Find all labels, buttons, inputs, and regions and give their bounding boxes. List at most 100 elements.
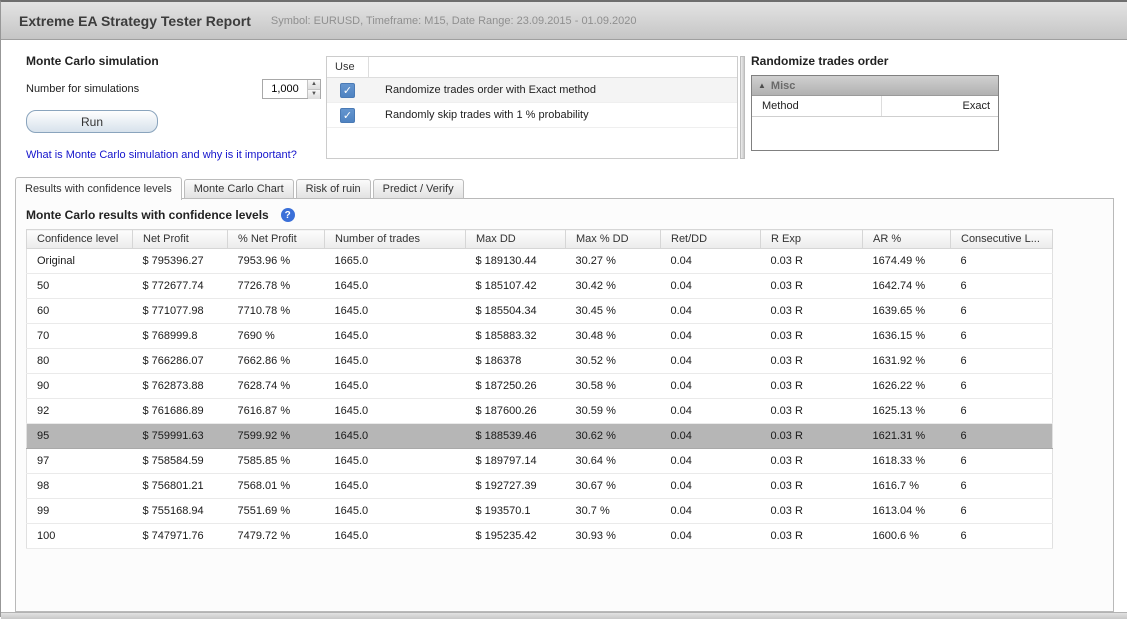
table-row-95[interactable]: 95 $ 759991.63 7599.92 % 1645.0 $ 188539.46 3… [26,423,1053,449]
column-header-net-profit[interactable]: Net Profit [132,229,228,249]
table-row-98[interactable]: 98 $ 756801.21 7568.01 % 1645.0 $ 192727.39 3… [26,473,1053,499]
option-label: Randomly skip trades with 1 % probabilit… [385,109,589,121]
results-title: Monte Carlo results with confidence leve… [26,208,269,222]
column-header-ar[interactable]: AR % [862,229,951,249]
table-row-90[interactable]: 90 $ 762873.88 7628.74 % 1645.0 $ 187250.26 3… [26,373,1053,399]
results-title-row: Monte Carlo results with confidence leve… [16,199,1113,229]
table-cell: 0.03 R [760,398,863,424]
column-header-ret-dd[interactable]: Ret/DD [660,229,761,249]
table-cell: 30.67 % [565,473,661,499]
bottom-scrollbar-track[interactable] [1,612,1127,619]
table-cell: 7953.96 % [227,248,325,274]
table-cell: 30.58 % [565,373,661,399]
table-cell: $ 189797.14 [465,448,566,474]
table-cell: 0.04 [660,423,761,449]
table-cell: $ 771077.98 [132,298,228,324]
table-cell: $ 772677.74 [132,273,228,299]
table-cell: 30.52 % [565,348,661,374]
table-cell: 0.04 [660,473,761,499]
table-cell: $ 188539.46 [465,423,566,449]
table-cell: $ 756801.21 [132,473,228,499]
table-cell: 6 [950,373,1053,399]
num-simulations-stepper[interactable]: ▲ ▼ [262,79,321,99]
table-cell: $ 195235.42 [465,523,566,549]
results-panel: Monte Carlo results with confidence leve… [15,198,1114,612]
table-cell: 1645.0 [324,273,466,299]
table-row-99[interactable]: 99 $ 755168.94 7551.69 % 1645.0 $ 193570.1 30… [26,498,1053,524]
spinner-up-icon[interactable]: ▲ [308,80,320,89]
table-cell: 0.03 R [760,298,863,324]
table-cell: 6 [950,498,1053,524]
options-header-row: Use [327,57,737,78]
table-cell: 7551.69 % [227,498,325,524]
report-header: Extreme EA Strategy Tester Report Symbol… [1,2,1127,40]
table-cell: 6 [950,323,1053,349]
table-cell: 1674.49 % [862,248,951,274]
tab-predict-verify[interactable]: Predict / Verify [372,179,464,199]
table-cell: 50 [26,273,133,299]
table-cell: 70 [26,323,133,349]
num-simulations-input[interactable] [263,80,307,98]
table-row-100[interactable]: 100 $ 747971.76 7479.72 % 1645.0 $ 195235.42… [26,523,1053,549]
table-cell: 100 [26,523,133,549]
tab-risk-of-ruin[interactable]: Risk of ruin [295,179,371,199]
table-row-97[interactable]: 97 $ 758584.59 7585.85 % 1645.0 $ 189797.14 3… [26,448,1053,474]
column-header-consecutive-l[interactable]: Consecutive L... [950,229,1053,249]
column-header-confidence-level[interactable]: Confidence level [26,229,133,249]
table-cell: 6 [950,423,1053,449]
table-row-92[interactable]: 92 $ 761686.89 7616.87 % 1645.0 $ 187600.26 3… [26,398,1053,424]
table-cell: 98 [26,473,133,499]
misc-group-header[interactable]: ▲ Misc [752,76,998,96]
misc-group-label: Misc [770,79,796,92]
misc-settings-panel: ▲ Misc Method Exact [751,75,999,151]
spinner-down-icon[interactable]: ▼ [308,89,320,99]
table-cell: $ 747971.76 [132,523,228,549]
column-header-max-dd[interactable]: Max DD [465,229,566,249]
randomize-section-title: Randomize trades order [751,54,889,68]
table-cell: 30.7 % [565,498,661,524]
run-button[interactable]: Run [26,110,158,133]
column-header-max-dd[interactable]: Max % DD [565,229,661,249]
table-cell: 7585.85 % [227,448,325,474]
table-cell: 1645.0 [324,498,466,524]
option-checkbox[interactable]: ✓ [340,82,355,98]
table-row-80[interactable]: 80 $ 766286.07 7662.86 % 1645.0 $ 186378 30.5… [26,348,1053,374]
option-checkbox[interactable]: ✓ [340,107,355,123]
monte-carlo-info-link[interactable]: What is Monte Carlo simulation and why i… [26,149,321,161]
help-icon[interactable]: ? [280,208,295,222]
table-cell: 1645.0 [324,323,466,349]
method-value[interactable]: Exact [882,96,998,116]
table-cell: 0.04 [660,298,761,324]
tab-monte-carlo-chart[interactable]: Monte Carlo Chart [183,179,294,199]
column-header-number-of-trades[interactable]: Number of trades [324,229,466,249]
table-cell: 7616.87 % [227,398,325,424]
option-label: Randomize trades order with Exact method [385,84,596,96]
table-cell: 7599.92 % [227,423,325,449]
panel-splitter[interactable] [740,56,745,159]
table-cell: 1645.0 [324,423,466,449]
table-cell: $ 189130.44 [465,248,566,274]
column-header-net-profit[interactable]: % Net Profit [227,229,325,249]
table-cell: 0.04 [660,448,761,474]
table-row-60[interactable]: 60 $ 771077.98 7710.78 % 1645.0 $ 185504.34 3… [26,298,1053,324]
table-cell: 30.93 % [565,523,661,549]
table-row-70[interactable]: 70 $ 768999.8 7690 % 1645.0 $ 185883.32 30.48… [26,323,1053,349]
table-cell: 7568.01 % [227,473,325,499]
table-cell: 1645.0 [324,348,466,374]
table-cell: $ 755168.94 [132,498,228,524]
table-cell: 0.04 [660,523,761,549]
table-cell: 1626.22 % [862,373,951,399]
method-setting-row[interactable]: Method Exact [752,96,998,117]
table-cell: $ 186378 [465,348,566,374]
table-cell: 1631.92 % [862,348,951,374]
table-cell: 1625.13 % [862,398,951,424]
table-row-50[interactable]: 50 $ 772677.74 7726.78 % 1645.0 $ 185107.42 3… [26,273,1053,299]
table-cell: 7726.78 % [227,273,325,299]
app-window: Extreme EA Strategy Tester Report Symbol… [0,0,1127,619]
monte-carlo-simulation-section: Monte Carlo simulation Number for simula… [26,54,321,161]
simulation-options-panel: Use ✓ Randomize trades order with Exact m… [326,56,738,159]
table-row-original[interactable]: Original $ 795396.27 7953.96 % 1665.0 $ 1891… [26,248,1053,274]
column-header-r-exp[interactable]: R Exp [760,229,863,249]
table-cell: 30.48 % [565,323,661,349]
tab-results-with-confidence-levels[interactable]: Results with confidence levels [15,177,182,200]
